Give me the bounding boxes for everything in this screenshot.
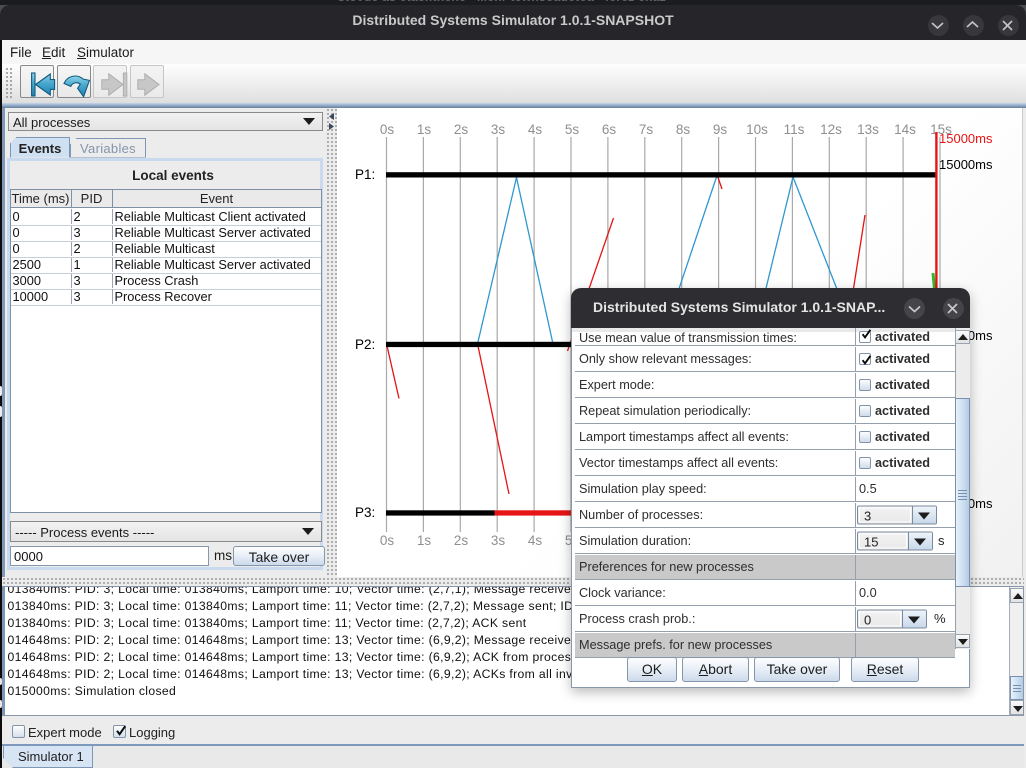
svg-text:3s: 3s: [491, 122, 506, 137]
svg-text:15000ms: 15000ms: [939, 157, 993, 172]
svg-text:9s: 9s: [713, 122, 728, 137]
svg-text:0s: 0s: [380, 122, 395, 137]
svg-text:P2:: P2:: [355, 337, 375, 352]
svg-text:6s: 6s: [602, 122, 617, 137]
svg-text:4s: 4s: [528, 122, 543, 137]
svg-text:13s: 13s: [857, 122, 879, 137]
svg-text:8s: 8s: [676, 122, 691, 137]
svg-text:0s: 0s: [380, 533, 395, 548]
svg-text:14s: 14s: [894, 122, 916, 137]
svg-text:5s: 5s: [565, 122, 580, 137]
svg-text:10s: 10s: [746, 122, 768, 137]
svg-text:P1:: P1:: [355, 167, 375, 182]
svg-text:4s: 4s: [528, 533, 543, 548]
svg-text:2s: 2s: [454, 533, 469, 548]
svg-text:11s: 11s: [784, 122, 805, 137]
svg-text:1s: 1s: [417, 533, 432, 548]
svg-text:7s: 7s: [639, 122, 654, 137]
svg-text:15000ms: 15000ms: [939, 131, 993, 146]
svg-text:12s: 12s: [820, 122, 842, 137]
svg-text:1s: 1s: [417, 122, 432, 137]
svg-text:P3:: P3:: [355, 505, 375, 520]
svg-text:2s: 2s: [454, 122, 469, 137]
svg-text:3s: 3s: [491, 533, 506, 548]
